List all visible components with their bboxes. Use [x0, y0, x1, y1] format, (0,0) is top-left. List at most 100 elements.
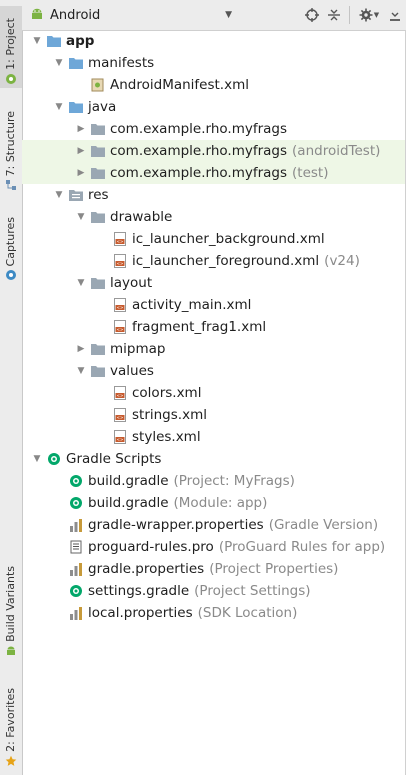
tree-node-label: gradle.properties	[88, 561, 205, 577]
tree-node[interactable]: ▼ manifests	[22, 52, 406, 74]
tree-node-label: com.example.rho.myfrags	[110, 143, 288, 159]
tree-node[interactable]: ▼ java	[22, 96, 406, 118]
expand-arrow-down-icon[interactable]: ▼	[74, 278, 88, 288]
expand-arrow-right-icon[interactable]: ▶	[74, 146, 88, 156]
tree-node-label: strings.xml	[132, 407, 207, 423]
structure-icon	[5, 179, 17, 191]
tab-structure[interactable]: 7: Structure	[0, 100, 22, 194]
tree-node[interactable]: <> ic_launcher_foreground.xml (v24)	[22, 250, 406, 272]
tree-node-hint: (ProGuard Rules for app)	[218, 539, 386, 555]
folder-icon	[90, 341, 106, 357]
tree-node[interactable]: ▼ app	[22, 30, 406, 52]
tree-node-label: res	[88, 187, 109, 203]
tab-captures-label: Captures	[4, 216, 17, 266]
expand-arrow-right-icon[interactable]: ▶	[74, 168, 88, 178]
tree-node[interactable]: <> fragment_frag1.xml	[22, 316, 406, 338]
expand-arrow-down-icon[interactable]: ▼	[52, 190, 66, 200]
tree-node-label: values	[110, 363, 154, 379]
tab-favorites[interactable]: 2: Favorites	[0, 678, 22, 770]
tree-node[interactable]: ▶ com.example.rho.myfrags	[22, 118, 406, 140]
xml-file-icon: <>	[112, 231, 128, 247]
expand-arrow-down-icon[interactable]: ▼	[74, 212, 88, 222]
project-icon	[5, 73, 17, 85]
project-toolbar: Android ▼ ▼	[22, 0, 406, 31]
svg-text:<>: <>	[117, 437, 124, 442]
tree-node[interactable]: settings.gradle (Project Settings)	[22, 580, 406, 602]
gear-icon	[359, 8, 373, 22]
expand-arrow-down-icon[interactable]: ▼	[52, 58, 66, 68]
tree-node[interactable]: <> styles.xml	[22, 426, 406, 448]
tree-node[interactable]: gradle.properties (Project Properties)	[22, 558, 406, 580]
expand-arrow-down-icon[interactable]: ▼	[30, 454, 44, 464]
tree-node-hint: (test)	[292, 165, 329, 181]
tree-node[interactable]: build.gradle (Project: MyFrags)	[22, 470, 406, 492]
tab-project-label: 1: Project	[4, 18, 17, 70]
xml-file-icon: <>	[112, 319, 128, 335]
locate-button[interactable]	[301, 4, 323, 26]
tree-node-label: build.gradle	[88, 495, 169, 511]
view-mode-label: Android	[50, 7, 101, 23]
tab-structure-label: 7: Structure	[4, 110, 17, 176]
tree-node-label: local.properties	[88, 605, 193, 621]
svg-text:<>: <>	[117, 327, 124, 332]
tree-node-label: java	[88, 99, 117, 115]
folder-icon	[90, 121, 106, 137]
expand-arrow-down-icon[interactable]: ▼	[74, 366, 88, 376]
tree-node-label: mipmap	[110, 341, 166, 357]
expand-arrow-down-icon[interactable]: ▼	[52, 102, 66, 112]
svg-text:<>: <>	[117, 239, 124, 244]
tree-node[interactable]: <> ic_launcher_background.xml	[22, 228, 406, 250]
expand-arrow-right-icon[interactable]: ▶	[74, 344, 88, 354]
tree-node-label: gradle-wrapper.properties	[88, 517, 264, 533]
hide-panel-button[interactable]	[384, 4, 406, 26]
gradle-icon	[68, 495, 84, 511]
crosshair-icon	[305, 8, 319, 22]
folder-icon	[68, 99, 84, 115]
tree-node-label: build.gradle	[88, 473, 169, 489]
tree-node[interactable]: build.gradle (Module: app)	[22, 492, 406, 514]
tree-node-label: drawable	[110, 209, 173, 225]
tree-node-label: app	[66, 33, 95, 49]
folder-icon	[90, 209, 106, 225]
tab-captures[interactable]: Captures	[0, 208, 22, 284]
tree-node[interactable]: ▼ drawable	[22, 206, 406, 228]
xml-file-icon: <>	[112, 407, 128, 423]
tree-node[interactable]: <> activity_main.xml	[22, 294, 406, 316]
view-mode-dropdown[interactable]: Android ▼	[30, 6, 232, 25]
tab-favorites-label: 2: Favorites	[4, 688, 17, 752]
properties-icon	[68, 517, 84, 533]
svg-text:<>: <>	[117, 415, 124, 420]
tree-node-label: ic_launcher_background.xml	[132, 231, 325, 247]
tree-node[interactable]: <> colors.xml	[22, 382, 406, 404]
gradle-icon	[68, 583, 84, 599]
toolbar-separator	[349, 6, 350, 24]
tree-node[interactable]: ▶ mipmap	[22, 338, 406, 360]
tree-node-label: layout	[110, 275, 153, 291]
gradle-icon	[46, 451, 62, 467]
expand-arrow-right-icon[interactable]: ▶	[74, 124, 88, 134]
tree-node[interactable]: AndroidManifest.xml	[22, 74, 406, 96]
tree-node[interactable]: <> strings.xml	[22, 404, 406, 426]
tab-project[interactable]: 1: Project	[0, 6, 22, 88]
resource-folder-icon	[68, 187, 84, 203]
tree-node[interactable]: ▶ com.example.rho.myfrags (test)	[22, 162, 406, 184]
tree-node[interactable]: ▼ res	[22, 184, 406, 206]
gradle-icon	[68, 473, 84, 489]
tree-node[interactable]: local.properties (SDK Location)	[22, 602, 406, 624]
tree-node[interactable]: ▼ layout	[22, 272, 406, 294]
tab-build-variants[interactable]: Build Variants	[0, 556, 22, 660]
folder-icon	[68, 55, 84, 71]
settings-button[interactable]: ▼	[354, 4, 384, 26]
tree-node-label: proguard-rules.pro	[88, 539, 214, 555]
tree-node-label: com.example.rho.myfrags	[110, 121, 288, 137]
tree-node[interactable]: ▼ Gradle Scripts	[22, 448, 406, 470]
collapse-all-button[interactable]	[323, 4, 345, 26]
tree-node[interactable]: gradle-wrapper.properties (Gradle Version…	[22, 514, 406, 536]
expand-arrow-down-icon[interactable]: ▼	[30, 36, 44, 46]
tree-node[interactable]: ▼ values	[22, 360, 406, 382]
tree-node-hint: (Project: MyFrags)	[173, 473, 295, 489]
tab-build-variants-label: Build Variants	[4, 566, 17, 642]
tree-node[interactable]: proguard-rules.pro (ProGuard Rules for ap…	[22, 536, 406, 558]
tree-node-label: colors.xml	[132, 385, 202, 401]
tree-node[interactable]: ▶ com.example.rho.myfrags (androidTest)	[22, 140, 406, 162]
